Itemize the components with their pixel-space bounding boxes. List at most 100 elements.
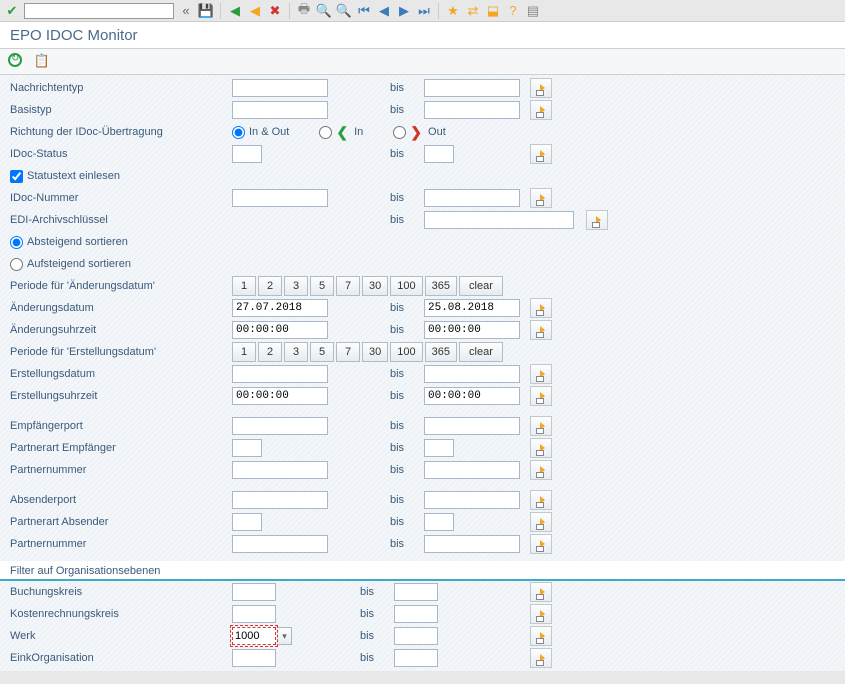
buchungskreis-from[interactable]	[232, 583, 276, 601]
aenderungsdatum-multi-button[interactable]	[530, 298, 552, 318]
partnernummer-abs-multi-button[interactable]	[530, 534, 552, 554]
print-icon[interactable]: 🖶	[296, 3, 312, 19]
layout-icon[interactable]: ▤	[525, 3, 541, 19]
partnerart-abs-from[interactable]	[232, 513, 262, 531]
ok-icon[interactable]: ✔	[4, 3, 20, 19]
partnerart-empf-from[interactable]	[232, 439, 262, 457]
einkorg-to[interactable]	[394, 649, 438, 667]
werk-to[interactable]	[394, 627, 438, 645]
basistyp-multi-button[interactable]	[530, 100, 552, 120]
period2-btn-clear[interactable]: clear	[459, 342, 503, 362]
session-icon[interactable]: ⇄	[465, 3, 481, 19]
execute-icon[interactable]	[8, 53, 22, 70]
period2-btn-30[interactable]: 30	[362, 342, 388, 362]
basistyp-to[interactable]	[424, 101, 520, 119]
kostenrechnungskreis-to[interactable]	[394, 605, 438, 623]
period-btn-365[interactable]: 365	[425, 276, 457, 296]
idoc-status-multi-button[interactable]	[530, 144, 552, 164]
period-btn-2[interactable]: 2	[258, 276, 282, 296]
idoc-nummer-multi-button[interactable]	[530, 188, 552, 208]
period2-btn-3[interactable]: 3	[284, 342, 308, 362]
aenderungsdatum-from[interactable]	[232, 299, 328, 317]
period-btn-1[interactable]: 1	[232, 276, 256, 296]
partnerart-abs-to[interactable]	[424, 513, 454, 531]
prev-page-icon[interactable]: ◀	[376, 3, 392, 19]
absenderport-multi-button[interactable]	[530, 490, 552, 510]
partnernummer-abs-from[interactable]	[232, 535, 328, 553]
richtung-in-radio[interactable]: ❮In	[319, 124, 363, 141]
werk-f4-button[interactable]: ▾	[278, 627, 292, 645]
find-next-icon[interactable]: 🔍	[336, 3, 352, 19]
partnernummer-empf-from[interactable]	[232, 461, 328, 479]
partnernummer-empf-to[interactable]	[424, 461, 520, 479]
period-btn-7[interactable]: 7	[336, 276, 360, 296]
absenderport-from[interactable]	[232, 491, 328, 509]
aenderungsuhrzeit-from[interactable]	[232, 321, 328, 339]
next-page-icon[interactable]: ▶	[396, 3, 412, 19]
basistyp-from[interactable]	[232, 101, 328, 119]
partnerart-abs-multi-button[interactable]	[530, 512, 552, 532]
absenderport-to[interactable]	[424, 491, 520, 509]
nachrichtentyp-to[interactable]	[424, 79, 520, 97]
save-icon[interactable]: 💾	[198, 3, 214, 19]
exit-icon[interactable]: ◀	[247, 3, 263, 19]
aenderungsuhrzeit-multi-button[interactable]	[530, 320, 552, 340]
edi-archiv-to[interactable]	[424, 211, 574, 229]
period2-btn-100[interactable]: 100	[390, 342, 422, 362]
period2-btn-2[interactable]: 2	[258, 342, 282, 362]
erstellungsuhrzeit-to[interactable]	[424, 387, 520, 405]
period2-btn-365[interactable]: 365	[425, 342, 457, 362]
command-field[interactable]	[24, 3, 174, 19]
nachrichtentyp-from[interactable]	[232, 79, 328, 97]
werk-from[interactable]	[232, 627, 276, 645]
erstellungsdatum-multi-button[interactable]	[530, 364, 552, 384]
idoc-status-from[interactable]	[232, 145, 262, 163]
richtung-inout-radio[interactable]: In & Out	[232, 126, 289, 139]
shortcut-icon[interactable]: ⬓	[485, 3, 501, 19]
partnerart-empf-to[interactable]	[424, 439, 454, 457]
richtung-out-radio[interactable]: ❯Out	[393, 124, 445, 141]
aenderungsuhrzeit-to[interactable]	[424, 321, 520, 339]
partnernummer-abs-to[interactable]	[424, 535, 520, 553]
first-page-icon[interactable]: ⏮	[356, 3, 372, 19]
period-btn-100[interactable]: 100	[390, 276, 422, 296]
back-icon[interactable]: «	[178, 3, 194, 19]
idoc-nummer-to[interactable]	[424, 189, 520, 207]
einkorg-multi-button[interactable]	[530, 648, 552, 668]
period-btn-clear[interactable]: clear	[459, 276, 503, 296]
buchungskreis-to[interactable]	[394, 583, 438, 601]
favorite-icon[interactable]: ★	[445, 3, 461, 19]
partnernummer-empf-multi-button[interactable]	[530, 460, 552, 480]
last-page-icon[interactable]: ⏭	[416, 3, 432, 19]
empfaengerport-to[interactable]	[424, 417, 520, 435]
period-btn-30[interactable]: 30	[362, 276, 388, 296]
nachrichtentyp-multi-button[interactable]	[530, 78, 552, 98]
einkorg-from[interactable]	[232, 649, 276, 667]
variant-icon[interactable]: 📋	[34, 53, 50, 69]
buchungskreis-multi-button[interactable]	[530, 582, 552, 602]
idoc-nummer-from[interactable]	[232, 189, 328, 207]
empfaengerport-multi-button[interactable]	[530, 416, 552, 436]
aufsteigend-radio[interactable]: Aufsteigend sortieren	[10, 258, 131, 271]
kostenrechnungskreis-multi-button[interactable]	[530, 604, 552, 624]
find-icon[interactable]: 🔍	[316, 3, 332, 19]
partnerart-empf-multi-button[interactable]	[530, 438, 552, 458]
erstellungsdatum-to[interactable]	[424, 365, 520, 383]
idoc-status-to[interactable]	[424, 145, 454, 163]
kostenrechnungskreis-from[interactable]	[232, 605, 276, 623]
help-icon[interactable]: ?	[505, 3, 521, 19]
absteigend-radio[interactable]: Absteigend sortieren	[10, 236, 128, 249]
back-nav-icon[interactable]: ◀	[227, 3, 243, 19]
cancel-icon[interactable]: ✖	[267, 3, 283, 19]
period-btn-5[interactable]: 5	[310, 276, 334, 296]
edi-archiv-multi-button[interactable]	[586, 210, 608, 230]
aenderungsdatum-to[interactable]	[424, 299, 520, 317]
erstellungsuhrzeit-multi-button[interactable]	[530, 386, 552, 406]
period2-btn-5[interactable]: 5	[310, 342, 334, 362]
werk-multi-button[interactable]	[530, 626, 552, 646]
erstellungsdatum-from[interactable]	[232, 365, 328, 383]
erstellungsuhrzeit-from[interactable]	[232, 387, 328, 405]
period2-btn-1[interactable]: 1	[232, 342, 256, 362]
empfaengerport-from[interactable]	[232, 417, 328, 435]
statustext-checkbox[interactable]: Statustext einlesen	[10, 170, 120, 183]
